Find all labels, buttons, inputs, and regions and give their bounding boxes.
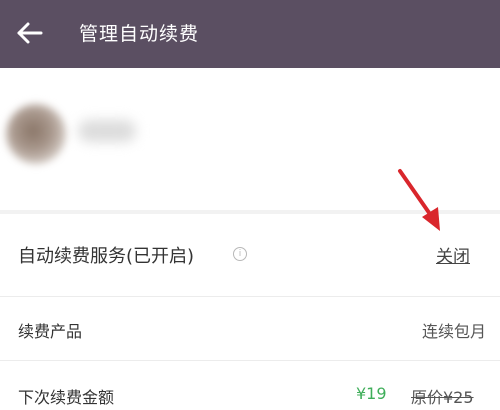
renewal-product-label: 续费产品 bbox=[18, 322, 83, 341]
back-button[interactable] bbox=[14, 17, 46, 49]
renewal-price: ¥19 bbox=[356, 384, 387, 403]
username-blurred bbox=[78, 120, 136, 142]
top-app-bar: 管理自动续费 bbox=[0, 0, 500, 68]
arrow-left-icon bbox=[17, 22, 43, 44]
auto-renewal-label: 自动续费服务(已开启) bbox=[18, 246, 195, 267]
info-icon[interactable]: i bbox=[233, 247, 247, 261]
avatar bbox=[6, 104, 66, 164]
page-title: 管理自动续费 bbox=[79, 23, 200, 45]
renewal-product-value: 连续包月 bbox=[421, 322, 486, 341]
next-renewal-amount-row: 下次续费金额 ¥19 原价¥25 bbox=[0, 360, 500, 410]
renewal-product-row: 续费产品 连续包月 bbox=[0, 296, 500, 360]
auto-renewal-row: 自动续费服务(已开启) i 关闭 bbox=[0, 214, 500, 296]
original-price: 原价¥25 bbox=[411, 388, 474, 407]
close-renewal-link[interactable]: 关闭 bbox=[436, 242, 470, 267]
user-profile-section bbox=[0, 68, 500, 210]
next-renewal-amount-label: 下次续费金额 bbox=[18, 388, 115, 407]
